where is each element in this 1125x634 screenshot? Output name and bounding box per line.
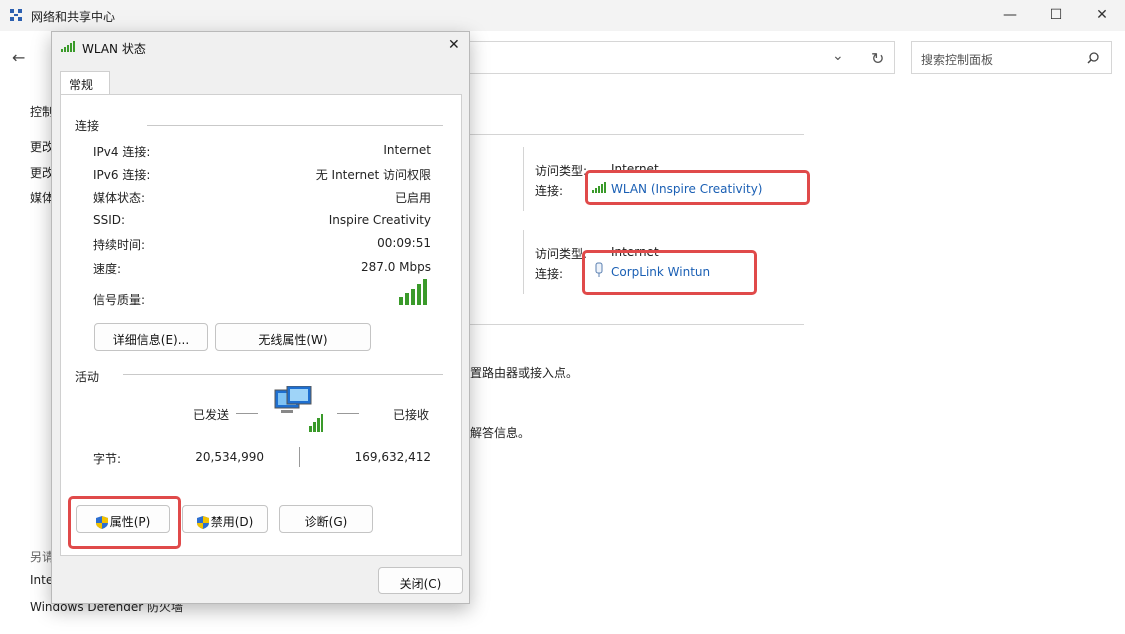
highlight-box — [585, 170, 810, 205]
bytes-label: 字节: — [93, 452, 122, 466]
close-label: 关闭(C) — [399, 577, 442, 591]
access-type-label: 访问类型: — [535, 247, 588, 261]
tab-general[interactable]: 常规 — [60, 71, 110, 95]
section-divider — [123, 374, 443, 375]
activity-line — [337, 413, 359, 414]
divider — [523, 147, 524, 211]
received-label: 已接收 — [393, 408, 430, 422]
troubleshoot-text[interactable]: 解答信息。 — [470, 424, 530, 441]
media-state-label: 媒体状态: — [93, 191, 146, 205]
network-computers-icon — [274, 386, 323, 432]
search-box[interactable]: 搜索控制面板 — [911, 41, 1112, 74]
back-arrow-icon[interactable]: ← — [12, 48, 25, 67]
title-bar: 网络和共享中心 — ☐ ✕ — [0, 0, 1125, 31]
close-window-button[interactable]: ✕ — [1079, 0, 1125, 31]
wlan-status-dialog: WLAN 状态 ✕ 常规 连接 IPv4 连接: Internet IPv6 连… — [51, 31, 470, 604]
activity-section-title: 活动 — [75, 370, 100, 384]
chevron-down-icon[interactable]: ⌄ — [832, 48, 844, 64]
speed-value: 287.0 Mbps — [360, 260, 431, 274]
signal-strength-icon — [399, 279, 427, 305]
wifi-signal-icon — [61, 41, 75, 52]
address-bar[interactable] — [468, 41, 895, 74]
connection-label: 连接: — [535, 184, 564, 198]
access-type-label: 访问类型: — [535, 164, 588, 178]
details-button-label: 详细信息(E)... — [112, 333, 190, 347]
network-app-icon — [10, 9, 22, 21]
maximize-button[interactable]: ☐ — [1033, 0, 1079, 31]
divider — [470, 324, 804, 325]
tab-label: 常规 — [69, 78, 94, 92]
refresh-icon[interactable]: ↻ — [871, 49, 884, 68]
connection-section-title: 连接 — [75, 119, 100, 133]
diagnose-button[interactable]: 诊断(G) — [279, 505, 373, 533]
duration-label: 持续时间: — [93, 238, 146, 252]
ipv4-label: IPv4 连接: — [93, 145, 151, 159]
window-title: 网络和共享中心 — [31, 10, 116, 24]
search-input[interactable]: 搜索控制面板 — [921, 51, 993, 68]
media-state-value: 已启用 — [394, 191, 431, 205]
disable-button[interactable]: 禁用(D) — [182, 505, 268, 533]
search-icon — [1087, 52, 1099, 64]
sent-label: 已发送 — [193, 408, 230, 422]
wireless-properties-label: 无线属性(W) — [258, 333, 328, 347]
ssid-label: SSID: — [93, 213, 126, 227]
close-button[interactable]: 关闭(C) — [378, 567, 463, 594]
speed-label: 速度: — [93, 262, 122, 276]
wireless-properties-button[interactable]: 无线属性(W) — [215, 323, 371, 351]
section-divider — [147, 125, 443, 126]
ipv6-label: IPv6 连接: — [93, 168, 151, 182]
bytes-sent-value: 20,534,990 — [195, 450, 264, 464]
ipv4-value: Internet — [383, 143, 431, 157]
highlight-box — [582, 250, 757, 295]
bytes-received-value: 169,632,412 — [354, 450, 431, 464]
disable-label: 禁用(D) — [210, 515, 254, 529]
see-also-internet-options[interactable]: Inte — [30, 573, 53, 587]
duration-value: 00:09:51 — [377, 236, 431, 250]
dialog-title: WLAN 状态 — [82, 42, 146, 56]
highlight-box — [68, 496, 181, 549]
ipv6-value: 无 Internet 访问权限 — [315, 168, 431, 182]
diagnose-label: 诊断(G) — [304, 515, 348, 529]
ssid-value: Inspire Creativity — [328, 213, 431, 227]
divider — [523, 230, 524, 294]
dialog-close-icon[interactable]: ✕ — [448, 37, 460, 53]
minimize-button[interactable]: — — [987, 0, 1033, 31]
divider — [470, 134, 804, 135]
activity-line — [236, 413, 258, 414]
signal-quality-label: 信号质量: — [93, 293, 146, 307]
setup-router-text[interactable]: 置路由器或接入点。 — [470, 364, 578, 381]
details-button[interactable]: 详细信息(E)... — [94, 323, 208, 351]
connection-label: 连接: — [535, 267, 564, 281]
uac-shield-icon — [196, 516, 209, 529]
bytes-divider — [299, 447, 300, 467]
general-panel: 连接 IPv4 连接: Internet IPv6 连接: 无 Internet… — [60, 94, 462, 556]
